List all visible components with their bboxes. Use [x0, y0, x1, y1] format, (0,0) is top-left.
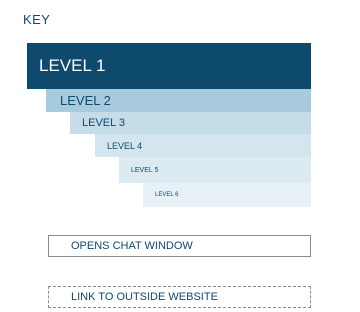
- level-1-swatch: LEVEL 1: [27, 43, 311, 89]
- level-2-label: LEVEL 2: [60, 93, 111, 108]
- level-5-swatch: LEVEL 5: [119, 157, 311, 183]
- outside-link-legend: LINK TO OUTSIDE WEBSITE: [48, 286, 311, 308]
- chat-window-legend: OPENS CHAT WINDOW: [48, 235, 311, 257]
- key-title: KEY: [23, 12, 51, 27]
- level-6-swatch: LEVEL 6: [143, 183, 311, 207]
- level-6-label: LEVEL 6: [155, 192, 179, 198]
- level-4-label: LEVEL 4: [107, 140, 143, 151]
- level-2-swatch: LEVEL 2: [46, 89, 311, 112]
- level-1-label: LEVEL 1: [39, 56, 106, 75]
- chat-window-legend-label: OPENS CHAT WINDOW: [71, 240, 193, 252]
- level-3-label: LEVEL 3: [82, 117, 126, 129]
- level-3-swatch: LEVEL 3: [70, 112, 311, 134]
- level-4-swatch: LEVEL 4: [95, 134, 311, 157]
- outside-link-legend-label: LINK TO OUTSIDE WEBSITE: [71, 291, 218, 303]
- level-5-label: LEVEL 5: [131, 166, 159, 174]
